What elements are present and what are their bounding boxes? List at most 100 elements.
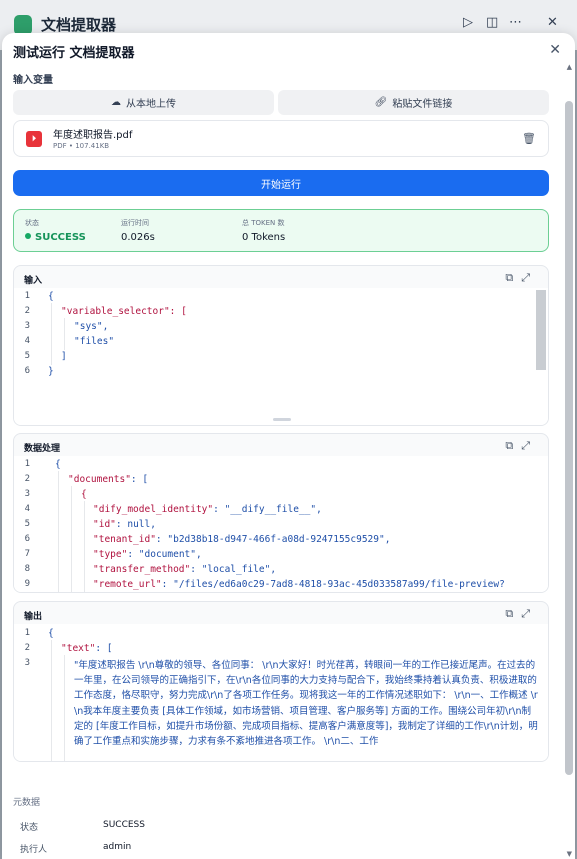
code-line: "type": "document",	[93, 549, 202, 560]
line-number: 9	[24, 579, 30, 589]
output-code-editor[interactable]: 1 2 3 { "text": [ "年度述职报告 \r\n尊敬的领导、各位同事…	[14, 624, 548, 761]
upload-local-label: 从本地上传	[126, 99, 176, 110]
resize-handle[interactable]	[273, 418, 291, 421]
json-value: null,	[127, 519, 156, 530]
json-key: "id"	[93, 519, 116, 530]
file-name: 年度述职报告.pdf	[53, 130, 133, 141]
output-block-tools: ⧉⤢	[505, 607, 538, 621]
copy-icon[interactable]: ⧉	[505, 439, 521, 452]
code-line: "transfer_method": "local_file",	[93, 564, 277, 575]
code-line: "documents": [	[68, 474, 148, 485]
cloud-upload-icon: ☁	[111, 97, 121, 108]
processing-block-title: 数据处理	[24, 444, 61, 454]
success-dot-icon	[25, 233, 31, 239]
line-number: 1	[24, 628, 30, 638]
code-line: ]	[61, 351, 67, 362]
code-line: {	[48, 628, 54, 639]
pdf-file-icon: ⏵	[26, 131, 42, 147]
input-block-tools: ⧉⤢	[505, 271, 538, 285]
processing-code-editor[interactable]: 1 2 3 4 5 6 7 8 9 { "documents": [ { "di…	[14, 456, 548, 592]
json-key: "dify_model_identity"	[93, 504, 214, 515]
uploaded-file-card: ⏵ 年度述职报告.pdf PDF • 107.41KB 🗑︎	[13, 120, 549, 157]
line-number: 1	[24, 291, 30, 301]
line-number: 1	[24, 459, 30, 469]
background-window-title: 文档提取器	[41, 16, 117, 34]
total-tokens-label: 总 TOKEN 数	[242, 219, 285, 227]
status-badge: SUCCESS	[25, 232, 86, 243]
code-line: "remote_url": "/files/ed6a0c29-7ad8-4818…	[93, 579, 505, 590]
test-run-panel: 测试运行 文档提取器 ✕ ▲ ▼ 输入变量 ☁ 从本地上传 🔗︎ 粘贴文件链接 …	[2, 33, 575, 859]
line-number: 2	[24, 306, 30, 316]
indent-guide	[64, 318, 65, 350]
document-extractor-app-icon	[14, 15, 32, 35]
json-value: "local_file",	[201, 564, 277, 575]
output-block-title: 输出	[24, 612, 43, 622]
close-icon[interactable]: ✕	[547, 15, 558, 30]
status-label: 状态	[25, 219, 39, 227]
start-run-button[interactable]: 开始运行	[13, 170, 549, 196]
json-punct: : [	[95, 643, 113, 654]
file-meta: PDF • 107.41KB	[53, 142, 110, 150]
split-view-icon[interactable]: ◫	[486, 15, 498, 30]
indent-guide	[51, 640, 52, 761]
code-line: "tenant_id": "b2d38b18-d947-466f-a08d-92…	[93, 534, 391, 545]
json-value: "__dify__file__",	[224, 504, 322, 515]
indent-guide	[58, 471, 59, 592]
metadata-value: SUCCESS	[103, 820, 145, 830]
code-line: }	[48, 366, 54, 377]
run-time-label: 运行时间	[121, 219, 149, 227]
line-number: 5	[24, 519, 30, 529]
output-text-value: "年度述职报告 \r\n尊敬的领导、各位同事： \r\n大家好！时光荏苒，转眼间…	[74, 660, 538, 748]
panel-close-icon[interactable]: ✕	[549, 42, 561, 58]
panel-title: 测试运行 文档提取器	[13, 46, 135, 61]
line-number: 8	[24, 564, 30, 574]
scrollbar-thumb[interactable]	[565, 101, 573, 775]
code-line: "dify_model_identity": "__dify__file__",	[93, 504, 322, 515]
line-number: 7	[24, 549, 30, 559]
more-icon[interactable]: ⋯	[509, 15, 522, 30]
json-key: "tenant_id"	[93, 534, 156, 545]
code-line: {	[48, 291, 54, 302]
json-value: "document",	[138, 549, 202, 560]
editor-scrollbar-thumb[interactable]	[536, 290, 546, 370]
input-variables-label: 输入变量	[13, 75, 53, 86]
trash-icon[interactable]: 🗑︎	[522, 132, 536, 145]
json-key: "remote_url"	[93, 579, 162, 590]
code-line: "id": null,	[93, 519, 156, 530]
json-value: "/files/ed6a0c29-7ad8-4818-93ac-45d03358…	[173, 579, 505, 590]
input-code-editor[interactable]: 1 2 3 4 5 6 { "variable_selector": [ "sy…	[14, 288, 548, 425]
json-key: "type"	[93, 549, 128, 560]
line-number: 6	[24, 366, 30, 376]
scroll-up-arrow-icon[interactable]: ▲	[567, 63, 572, 71]
json-key: "transfer_method"	[93, 564, 191, 575]
line-number: 5	[24, 351, 30, 361]
line-number: 6	[24, 534, 30, 544]
json-punct: : [	[130, 474, 149, 485]
paste-link-label: 粘贴文件链接	[392, 99, 453, 110]
run-status-box: 状态 SUCCESS 运行时间 0.026s 总 TOKEN 数 0 Token…	[13, 209, 549, 252]
copy-icon[interactable]: ⧉	[505, 271, 521, 284]
paste-link-button[interactable]: 🔗︎ 粘贴文件链接	[278, 90, 549, 115]
scroll-down-arrow-icon[interactable]: ▼	[567, 850, 572, 858]
code-line: {	[55, 459, 61, 470]
expand-icon[interactable]: ⤢	[521, 607, 538, 620]
line-number: 3	[24, 658, 30, 668]
code-line: "files"	[74, 336, 115, 347]
metadata-key: 状态	[20, 823, 39, 833]
copy-icon[interactable]: ⧉	[505, 607, 521, 620]
code-line: "text": [	[61, 643, 113, 654]
expand-icon[interactable]: ⤢	[521, 271, 538, 284]
indent-guide	[64, 655, 65, 761]
input-code-block: 输入 ⧉⤢ 1 2 3 4 5 6 { "variable_selector":…	[13, 265, 549, 426]
metadata-key: 执行人	[20, 845, 48, 855]
line-number: 4	[24, 336, 30, 346]
indent-guide	[84, 501, 85, 592]
status-value: SUCCESS	[35, 232, 86, 243]
play-icon[interactable]: ▷	[463, 15, 473, 30]
vertical-scrollbar[interactable]: ▲ ▼	[563, 53, 575, 859]
json-key: "documents"	[68, 474, 131, 485]
output-code-block: 输出 ⧉⤢ 1 2 3 { "text": [ "年度述职报告 \r\n尊敬的领…	[13, 601, 549, 762]
expand-icon[interactable]: ⤢	[521, 439, 538, 452]
processing-block-tools: ⧉⤢	[505, 439, 538, 453]
upload-local-button[interactable]: ☁ 从本地上传	[13, 90, 274, 115]
